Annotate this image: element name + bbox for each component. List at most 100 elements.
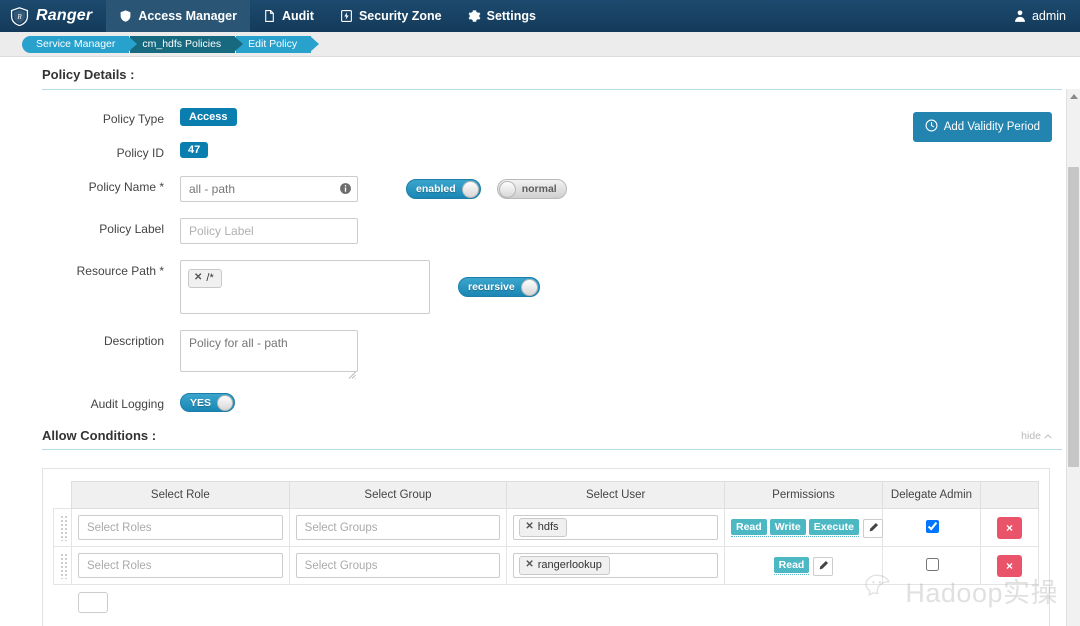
policy-label-label: Policy Label <box>99 222 164 236</box>
edit-permissions-button[interactable] <box>813 556 834 576</box>
edit-permissions-button[interactable] <box>863 518 884 538</box>
form-row-policy-label: Policy Label <box>30 218 1062 244</box>
table-row: ✕ hdfs Read Write Execute <box>53 508 1039 547</box>
delegate-admin-checkbox[interactable] <box>925 558 939 571</box>
policy-name-label: Policy Name * <box>88 180 164 194</box>
breadcrumb: Service Manager cm_hdfs Policies Edit Po… <box>22 35 320 53</box>
cell-select-role <box>71 508 290 547</box>
cell-select-user: ✕ rangerlookup <box>506 546 725 585</box>
bolt-box-icon <box>340 9 353 23</box>
policy-status-toggle[interactable]: enabled <box>406 179 481 199</box>
select-groups-input[interactable] <box>295 515 501 540</box>
cell-permissions: Read <box>724 546 883 585</box>
permission-badge: Read <box>731 519 767 536</box>
drag-grip-icon <box>60 514 68 541</box>
svg-text:R: R <box>16 12 22 20</box>
breadcrumb-label: cm_hdfs Policies <box>142 38 222 50</box>
form-row-policy-name: Policy Name * enabled <box>30 176 1062 202</box>
policy-details-section: Policy Details : Add Validity Period Pol… <box>30 57 1062 626</box>
audit-logging-toggle-label: YES <box>190 396 212 409</box>
nav-item-label: Settings <box>486 9 536 23</box>
file-icon <box>263 9 276 23</box>
chevron-up-icon <box>1044 430 1052 442</box>
brand[interactable]: R Ranger <box>0 0 106 32</box>
delete-row-button[interactable]: × <box>997 554 1022 577</box>
cell-empty <box>725 585 883 623</box>
select-groups-input[interactable] <box>295 553 501 578</box>
nav-item-label: Audit <box>282 9 314 23</box>
form-row-audit-logging: Audit Logging YES <box>30 393 1062 412</box>
scroll-up-button[interactable] <box>1067 89 1080 103</box>
user-chip[interactable]: ✕ hdfs <box>519 518 567 537</box>
user-chip[interactable]: ✕ rangerlookup <box>519 556 610 575</box>
allow-conditions-hide-toggle[interactable]: hide <box>1021 430 1052 449</box>
chip-label: hdfs <box>537 521 559 533</box>
vertical-scrollbar[interactable] <box>1066 89 1080 626</box>
breadcrumb-item-edit-policy[interactable]: Edit Policy <box>236 35 320 53</box>
policy-name-input[interactable] <box>180 176 358 202</box>
table-row-add <box>54 585 1039 623</box>
chip-remove-icon[interactable]: ✕ <box>194 271 202 285</box>
delete-row-button[interactable]: × <box>997 516 1022 539</box>
nav-items: Access Manager Audit Security Zone Setti… <box>106 0 549 32</box>
table-header-row: Select Role Select Group Select User Per… <box>54 481 1039 509</box>
toggle-knob <box>461 180 479 198</box>
select-roles-input[interactable] <box>78 553 283 578</box>
select-roles-input[interactable] <box>78 515 283 540</box>
cell-permissions: Read Write Execute <box>724 508 884 547</box>
nav-item-settings[interactable]: Settings <box>455 0 549 32</box>
chip-label: /* <box>206 272 214 284</box>
allow-conditions-heading: Allow Conditions : <box>42 428 157 443</box>
cell-select-group <box>288 508 508 547</box>
column-header-actions <box>980 481 1039 509</box>
column-header-permissions: Permissions <box>724 481 883 509</box>
resource-path-label: Resource Path * <box>76 264 164 278</box>
resource-path-chip[interactable]: ✕ /* <box>188 269 222 288</box>
clock-icon <box>925 119 938 135</box>
info-icon[interactable] <box>339 182 352 195</box>
nav-item-access-manager[interactable]: Access Manager <box>106 0 250 32</box>
add-validity-period-label: Add Validity Period <box>943 121 1040 133</box>
cell-select-group <box>288 546 508 585</box>
scrollbar-thumb[interactable] <box>1068 167 1079 467</box>
pencil-icon <box>868 521 879 536</box>
permission-badges: Read Write Execute <box>731 519 860 538</box>
cell-add-row <box>72 585 290 623</box>
user-icon <box>1013 9 1026 23</box>
policy-id-label: Policy ID <box>116 146 164 160</box>
pencil-icon <box>818 559 829 574</box>
policy-label-input[interactable] <box>180 218 358 244</box>
policy-form: Add Validity Period Policy Type Access P… <box>30 90 1062 412</box>
hide-label: hide <box>1021 430 1041 442</box>
audit-logging-toggle[interactable]: YES <box>180 393 236 412</box>
delegate-admin-checkbox[interactable] <box>925 520 939 533</box>
nav-item-audit[interactable]: Audit <box>250 0 327 32</box>
breadcrumb-item-cm-hdfs-policies[interactable]: cm_hdfs Policies <box>130 35 243 53</box>
breadcrumb-item-service-manager[interactable]: Service Manager <box>22 35 138 53</box>
chip-remove-icon[interactable]: ✕ <box>525 558 533 572</box>
nav-item-security-zone[interactable]: Security Zone <box>327 0 455 32</box>
chip-remove-icon[interactable]: ✕ <box>525 520 533 534</box>
toggle-knob <box>498 180 516 198</box>
description-label: Description <box>103 334 164 348</box>
breadcrumb-label: Service Manager <box>36 38 116 50</box>
policy-id-badge: 47 <box>180 142 209 158</box>
row-drag-handle[interactable] <box>53 508 72 547</box>
breadcrumb-label: Edit Policy <box>248 38 298 50</box>
row-drag-handle[interactable] <box>53 546 72 585</box>
column-header-delegate-admin: Delegate Admin <box>882 481 981 509</box>
allow-conditions-table: Select Role Select Group Select User Per… <box>53 481 1039 623</box>
add-row-button[interactable] <box>77 591 108 613</box>
column-header-grip <box>54 482 72 509</box>
resource-path-input[interactable]: ✕ /* <box>180 260 430 314</box>
policy-override-toggle[interactable]: normal <box>496 179 567 199</box>
user-menu[interactable]: admin <box>1013 0 1080 32</box>
audit-logging-label: Audit Logging <box>90 397 164 411</box>
add-validity-period-button[interactable]: Add Validity Period <box>912 112 1052 142</box>
select-users-input[interactable]: ✕ hdfs <box>513 515 718 540</box>
description-textarea[interactable] <box>180 330 358 372</box>
recursive-toggle[interactable]: recursive <box>458 277 540 297</box>
form-row-policy-type: Policy Type Access <box>30 108 1062 126</box>
select-users-input[interactable]: ✕ rangerlookup <box>513 553 718 578</box>
allow-conditions-header: Allow Conditions : hide <box>30 428 1062 449</box>
